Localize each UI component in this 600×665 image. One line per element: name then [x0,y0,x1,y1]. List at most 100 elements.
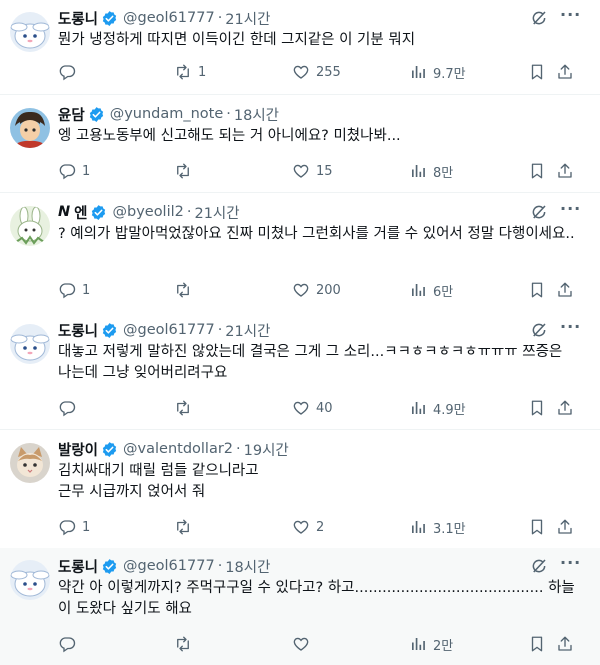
reply-count: 1 [82,282,91,298]
handle[interactable]: @geol61777 [123,322,215,338]
display-name[interactable]: 도롱니 [58,556,98,577]
retweet-button[interactable] [174,634,198,654]
retweet-button[interactable] [174,161,198,181]
handle[interactable]: @valentdollar2 [123,441,233,457]
tweet-highlighted[interactable]: 도롱니 @geol61777 · 18시간 ··· 약간 아 이렇게까지? 주먹… [0,548,600,665]
share-button[interactable] [556,517,580,537]
retweet-button[interactable] [174,280,198,300]
share-icon [556,635,574,653]
display-name[interactable]: 윤담 [58,104,85,125]
retweet-button[interactable]: 1 [174,62,206,82]
handle[interactable]: @geol61777 [123,558,215,574]
reply-button[interactable] [58,634,82,654]
more-icon[interactable]: ··· [560,319,580,340]
tweet[interactable]: 𝙉 엔 @byeolil2 · 21시간 ··· ? 예의가 밥말아먹었잖아요 … [0,194,600,312]
avatar[interactable] [10,560,50,600]
separator: · [217,10,223,26]
verified-badge-icon [101,558,118,575]
bookmark-button[interactable] [528,161,552,181]
views-icon [409,518,427,536]
bookmark-button[interactable] [528,517,552,537]
handle[interactable]: @yundam_note [110,106,224,122]
share-button[interactable] [556,398,580,418]
timestamp[interactable]: 21시간 [225,320,270,341]
reply-button[interactable]: 1 [58,517,90,537]
tweet-header: 발랑이 @valentdollar2 · 19시간 [58,439,289,459]
like-button[interactable]: 40 [292,398,333,418]
like-button[interactable]: 255 [292,62,341,82]
reply-button[interactable]: 1 [58,280,90,300]
bookmark-button[interactable] [528,634,552,654]
tweet-text: 김치싸대기 때릴 럼들 같으니라고 근무 시급까지 얹어서 줘 [58,463,259,500]
display-name[interactable]: 도롱니 [58,320,98,341]
reply-icon [58,518,76,536]
retweet-button[interactable] [174,398,198,418]
timestamp[interactable]: 18시간 [225,556,270,577]
retweet-button[interactable] [174,517,198,537]
view-count: 8만 [433,165,454,181]
view-count: 6만 [433,284,454,300]
timestamp[interactable]: 21시간 [194,202,239,223]
timestamp[interactable]: 21시간 [225,8,270,29]
tweet-text: ? 예의가 밥말아먹었잖아요 진짜 미쳤나 그런회사를 거를 수 있어서 정말 … [58,226,575,242]
display-name[interactable]: 발랑이 [58,439,98,460]
grok-icon[interactable] [530,321,548,339]
like-icon [292,281,310,299]
grok-icon[interactable] [530,557,548,575]
avatar[interactable] [10,324,50,364]
like-icon [292,63,310,81]
timestamp[interactable]: 19시간 [244,439,289,460]
views-icon [409,399,427,417]
grok-icon[interactable] [530,9,548,27]
share-icon [556,63,574,81]
share-icon [556,518,574,536]
grok-icon[interactable] [530,203,548,221]
views-button[interactable]: 2만 [409,634,453,654]
bookmark-button[interactable] [528,62,552,82]
like-button[interactable]: 200 [292,280,341,300]
timestamp[interactable]: 18시간 [234,104,279,125]
display-name[interactable]: 도롱니 [58,8,98,29]
reply-button[interactable] [58,398,82,418]
share-button[interactable] [556,62,580,82]
like-count: 255 [316,64,341,80]
bookmark-button[interactable] [528,280,552,300]
tweet[interactable]: 발랑이 @valentdollar2 · 19시간 김치싸대기 때릴 럼들 같으… [0,431,600,547]
views-button[interactable]: 3.1만 [409,517,466,537]
tweet[interactable]: 윤담 @yundam_note · 18시간 엥 고용노동부에 신고해도 되는 … [0,96,600,193]
like-count: 40 [316,400,333,416]
separator: · [217,558,223,574]
handle[interactable]: @geol61777 [123,10,215,26]
like-button[interactable]: 15 [292,161,333,181]
like-count: 2 [316,519,325,535]
avatar[interactable] [10,206,50,246]
tweet-text: 뭔가 냉정하게 따지면 이득이긴 한데 그지같은 이 기분 뭐지 [58,32,416,48]
views-button[interactable]: 6만 [409,280,453,300]
tweet[interactable]: 도롱니 @geol61777 · 21시간 ··· 뭔가 냉정하게 따지면 이득… [0,0,600,95]
tweet[interactable]: 도롱니 @geol61777 · 21시간 ··· 대놓고 저렇게 말하진 않았… [0,312,600,430]
share-button[interactable] [556,280,580,300]
share-button[interactable] [556,161,580,181]
view-count: 2만 [433,638,454,654]
more-icon[interactable]: ··· [560,201,580,222]
tweet-actions: 1 2 3.1만 [58,517,582,537]
avatar[interactable] [10,443,50,483]
display-name[interactable]: 엔 [74,202,87,223]
reply-button[interactable]: 1 [58,161,90,181]
handle[interactable]: @byeolil2 [112,204,183,220]
tweet-header: 𝙉 엔 @byeolil2 · 21시간 [58,202,240,222]
more-icon[interactable]: ··· [560,555,580,576]
bookmark-button[interactable] [528,398,552,418]
share-icon [556,281,574,299]
views-button[interactable]: 9.7만 [409,62,466,82]
reply-button[interactable] [58,62,82,82]
like-button[interactable] [292,634,316,654]
views-button[interactable]: 8만 [409,161,453,181]
more-icon[interactable]: ··· [560,7,580,28]
view-count: 9.7만 [433,66,466,82]
like-button[interactable]: 2 [292,517,324,537]
avatar[interactable] [10,108,50,148]
avatar[interactable] [10,12,50,52]
share-button[interactable] [556,634,580,654]
views-button[interactable]: 4.9만 [409,398,466,418]
